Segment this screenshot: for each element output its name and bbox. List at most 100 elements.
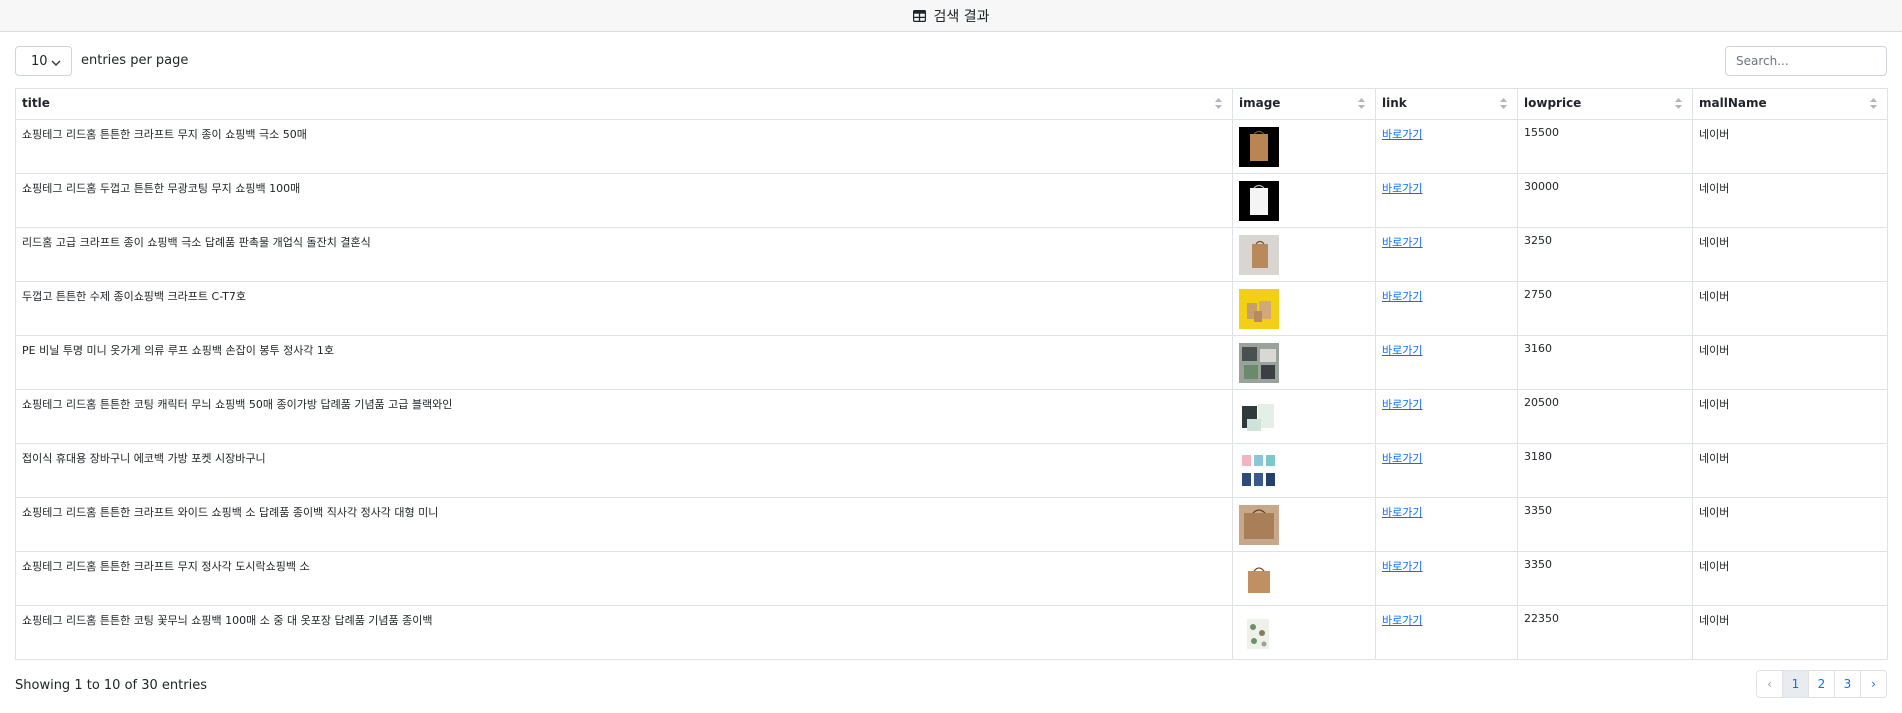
product-link[interactable]: 바로가기 xyxy=(1382,290,1422,303)
cell-lowprice: 3350 xyxy=(1517,551,1693,606)
search-input[interactable] xyxy=(1725,46,1887,76)
cell-image xyxy=(1232,227,1376,282)
table-row: PE 비닐 투명 미니 옷가게 의류 루프 쇼핑백 손잡이 봉투 정사각 1호 바… xyxy=(15,335,1888,390)
cell-link: 바로가기 xyxy=(1375,443,1518,498)
column-header-label: mallName xyxy=(1699,96,1767,110)
column-header-label: link xyxy=(1382,96,1407,110)
table-row: 리드홈 고급 크라프트 종이 쇼핑백 극소 답례품 판촉물 개업식 돌잔치 결혼… xyxy=(15,227,1888,282)
product-link[interactable]: 바로가기 xyxy=(1382,560,1422,573)
product-link[interactable]: 바로가기 xyxy=(1382,128,1422,141)
product-link[interactable]: 바로가기 xyxy=(1382,344,1422,357)
table-row: 쇼핑테그 리드홈 튼튼한 코팅 꽃무늬 쇼핑백 100매 소 중 대 옷포장 답… xyxy=(15,605,1888,660)
product-link[interactable]: 바로가기 xyxy=(1382,452,1422,465)
table-row: 쇼핑테그 리드홈 튼튼한 코팅 캐릭터 무늬 쇼핑백 50매 종이가방 답례품 … xyxy=(15,389,1888,444)
square-kraft-bag-image xyxy=(1239,559,1279,599)
cell-lowprice: 15500 xyxy=(1517,119,1693,174)
vinyl-bags-image xyxy=(1239,343,1279,383)
column-header-mallname[interactable]: mallName xyxy=(1692,88,1888,120)
product-link[interactable]: 바로가기 xyxy=(1382,182,1422,195)
kraft-bag-gray-image xyxy=(1239,235,1279,275)
page-title: 검색 결과 xyxy=(933,8,990,25)
pagination: ‹ 1 2 3 › xyxy=(1756,670,1887,698)
kraft-bag-image xyxy=(1239,127,1279,167)
cell-image xyxy=(1232,443,1376,498)
cell-image xyxy=(1232,605,1376,660)
cell-link: 바로가기 xyxy=(1375,281,1518,336)
cell-title: 접이식 휴대용 장바구니 에코백 가방 포켓 시장바구니 xyxy=(15,443,1233,498)
white-bag-image xyxy=(1239,181,1279,221)
cell-title: 쇼핑테그 리드홈 튼튼한 크라프트 와이드 쇼핑백 소 답례품 종이백 직사각 … xyxy=(15,497,1233,552)
results-table: title image link lowprice mallName 쇼핑테그 리드홈 … xyxy=(15,88,1888,660)
yellow-bags-image xyxy=(1239,289,1279,329)
cell-image xyxy=(1232,119,1376,174)
cell-lowprice: 2750 xyxy=(1517,281,1693,336)
table-controls: 10 entries per page xyxy=(15,46,1887,76)
table-row: 두껍고 튼튼한 수제 종이쇼핑백 크라프트 C-T7호 바로가기 2750 네이버 xyxy=(15,281,1888,336)
cell-link: 바로가기 xyxy=(1375,173,1518,228)
cell-title: 쇼핑테그 리드홈 튼튼한 코팅 캐릭터 무늬 쇼핑백 50매 종이가방 답례품 … xyxy=(15,389,1233,444)
entries-per-page-label: entries per page xyxy=(81,53,189,68)
cell-lowprice: 3350 xyxy=(1517,497,1693,552)
cell-title: 리드홈 고급 크라프트 종이 쇼핑백 극소 답례품 판촉물 개업식 돌잔치 결혼… xyxy=(15,227,1233,282)
chevron-down-icon xyxy=(51,56,61,71)
cell-link: 바로가기 xyxy=(1375,497,1518,552)
entries-per-page-value: 10 xyxy=(31,53,48,69)
sort-icon xyxy=(1500,98,1507,112)
sort-icon xyxy=(1215,98,1222,112)
table-row: 쇼핑테그 리드홈 튼튼한 크라프트 무지 종이 쇼핑백 극소 50매 바로가기 15… xyxy=(15,119,1888,174)
cell-image xyxy=(1232,335,1376,390)
cell-lowprice: 3250 xyxy=(1517,227,1693,282)
pagination-page-1[interactable]: 1 xyxy=(1782,670,1809,698)
table-info: Showing 1 to 10 of 30 entries xyxy=(15,678,207,693)
cell-title: 두껍고 튼튼한 수제 종이쇼핑백 크라프트 C-T7호 xyxy=(15,281,1233,336)
table-header-row: title image link lowprice mallName xyxy=(15,88,1888,120)
table-row: 쇼핑테그 리드홈 두껍고 튼튼한 무광코팅 무지 쇼핑백 100매 바로가기 300… xyxy=(15,173,1888,228)
cell-mallname: 네이버 xyxy=(1692,281,1888,336)
cell-image xyxy=(1232,281,1376,336)
table-row: 쇼핑테그 리드홈 튼튼한 크라프트 와이드 쇼핑백 소 답례품 종이백 직사각 … xyxy=(15,497,1888,552)
card-header: 검색 결과 xyxy=(0,0,1902,32)
sort-icon xyxy=(1870,98,1877,112)
wide-kraft-bag-image xyxy=(1239,505,1279,545)
cell-link: 바로가기 xyxy=(1375,335,1518,390)
sort-icon xyxy=(1675,98,1682,112)
table-row: 접이식 휴대용 장바구니 에코백 가방 포켓 시장바구니 바로가기 3180 네이버 xyxy=(15,443,1888,498)
cell-mallname: 네이버 xyxy=(1692,389,1888,444)
cell-title: 쇼핑테그 리드홈 튼튼한 크라프트 무지 종이 쇼핑백 극소 50매 xyxy=(15,119,1233,174)
cell-title: 쇼핑테그 리드홈 튼튼한 코팅 꽃무늬 쇼핑백 100매 소 중 대 옷포장 답… xyxy=(15,605,1233,660)
cell-image xyxy=(1232,173,1376,228)
pagination-prev[interactable]: ‹ xyxy=(1756,670,1783,698)
cell-title: 쇼핑테그 리드홈 튼튼한 크라프트 무지 정사각 도시락쇼핑백 소 xyxy=(15,551,1233,606)
cell-title: 쇼핑테그 리드홈 두껍고 튼튼한 무광코팅 무지 쇼핑백 100매 xyxy=(15,173,1233,228)
column-header-title[interactable]: title xyxy=(15,88,1233,120)
pagination-page-2[interactable]: 2 xyxy=(1808,670,1835,698)
column-header-lowprice[interactable]: lowprice xyxy=(1517,88,1693,120)
cell-link: 바로가기 xyxy=(1375,389,1518,444)
cell-lowprice: 22350 xyxy=(1517,605,1693,660)
sort-icon xyxy=(1358,98,1365,112)
pattern-bags-image xyxy=(1239,397,1279,437)
cell-mallname: 네이버 xyxy=(1692,119,1888,174)
cell-image xyxy=(1232,551,1376,606)
product-link[interactable]: 바로가기 xyxy=(1382,614,1422,627)
table-row: 쇼핑테그 리드홈 튼튼한 크라프트 무지 정사각 도시락쇼핑백 소 바로가기 335… xyxy=(15,551,1888,606)
cell-mallname: 네이버 xyxy=(1692,497,1888,552)
pagination-page-3[interactable]: 3 xyxy=(1834,670,1861,698)
cell-mallname: 네이버 xyxy=(1692,335,1888,390)
column-header-image[interactable]: image xyxy=(1232,88,1376,120)
product-link[interactable]: 바로가기 xyxy=(1382,398,1422,411)
column-header-label: image xyxy=(1239,96,1281,110)
cell-mallname: 네이버 xyxy=(1692,443,1888,498)
eco-bags-image xyxy=(1239,451,1279,491)
product-link[interactable]: 바로가기 xyxy=(1382,506,1422,519)
product-link[interactable]: 바로가기 xyxy=(1382,236,1422,249)
table-icon xyxy=(912,9,926,22)
pagination-next[interactable]: › xyxy=(1860,670,1887,698)
table-body: 쇼핑테그 리드홈 튼튼한 크라프트 무지 종이 쇼핑백 극소 50매 바로가기 15… xyxy=(15,119,1888,660)
cell-lowprice: 30000 xyxy=(1517,173,1693,228)
cell-image xyxy=(1232,389,1376,444)
entries-per-page-select[interactable]: 10 xyxy=(15,46,72,76)
cell-link: 바로가기 xyxy=(1375,551,1518,606)
column-header-link[interactable]: link xyxy=(1375,88,1518,120)
column-header-label: lowprice xyxy=(1524,96,1582,110)
